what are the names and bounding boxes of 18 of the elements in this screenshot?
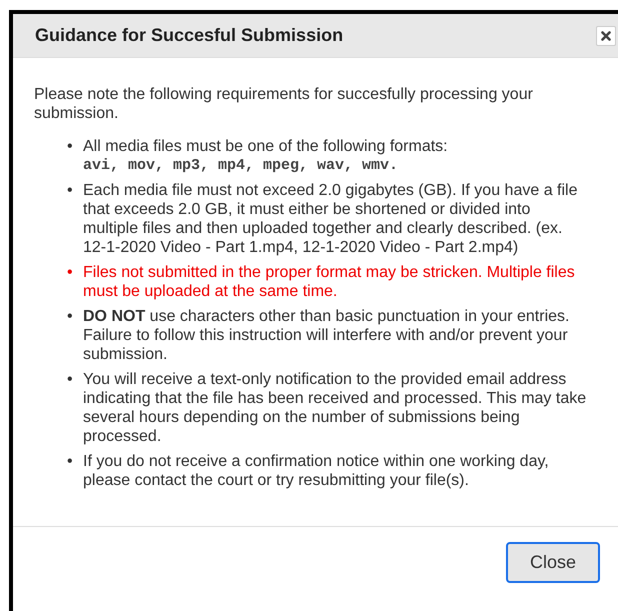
bullet-marker: •: [67, 307, 74, 327]
requirement-text: DO NOT use characters other than basic punctuation in your entries. Failure to follow this instruction will interfere with and/or prevent your submission.: [83, 307, 570, 364]
close-icon: [601, 30, 611, 40]
formats-list: avi, mov, mp3, mp4, mpeg, wav, wmv.: [83, 156, 588, 175]
close-button[interactable]: [596, 26, 616, 46]
bullet-marker: •: [67, 370, 74, 390]
requirement-text: Each media file must not exceed 2.0 gigabytes (GB). If you have a file that exceeds 2.0 GB, it must either be shortened or divided into multiple files and then uploaded together and clearly described. (ex. 12-1-2020 Video - Part 1.mp4, 12-1-2020 Video - Part 2.mp4): [83, 181, 578, 257]
requirement-text: All media files must be one of the following formats:: [83, 137, 449, 156]
bullet-marker: •: [67, 263, 74, 283]
close-button[interactable]: Close: [506, 542, 600, 583]
dialog-title: Guidance for Succesful Submission: [35, 25, 344, 46]
bullet-marker: •: [67, 181, 74, 201]
bullet-marker: •: [67, 452, 74, 472]
requirement-text: Files not submitted in the proper format may be stricken. Multiple files must be uploaded at the same time.: [83, 263, 576, 301]
requirement-text: If you do not receive a confirmation notice within one working day, please contact the court or try resubmitting your file(s).: [83, 452, 550, 490]
intro-text: Please note the following requirements for succesfully processing your submission.: [34, 85, 534, 123]
requirement-text: You will receive a text-only notification to the provided email address indicating that the file has been received and processed. This may take several hours depending on the number of submissions being processed.: [83, 370, 588, 446]
bullet-marker: •: [67, 137, 74, 157]
